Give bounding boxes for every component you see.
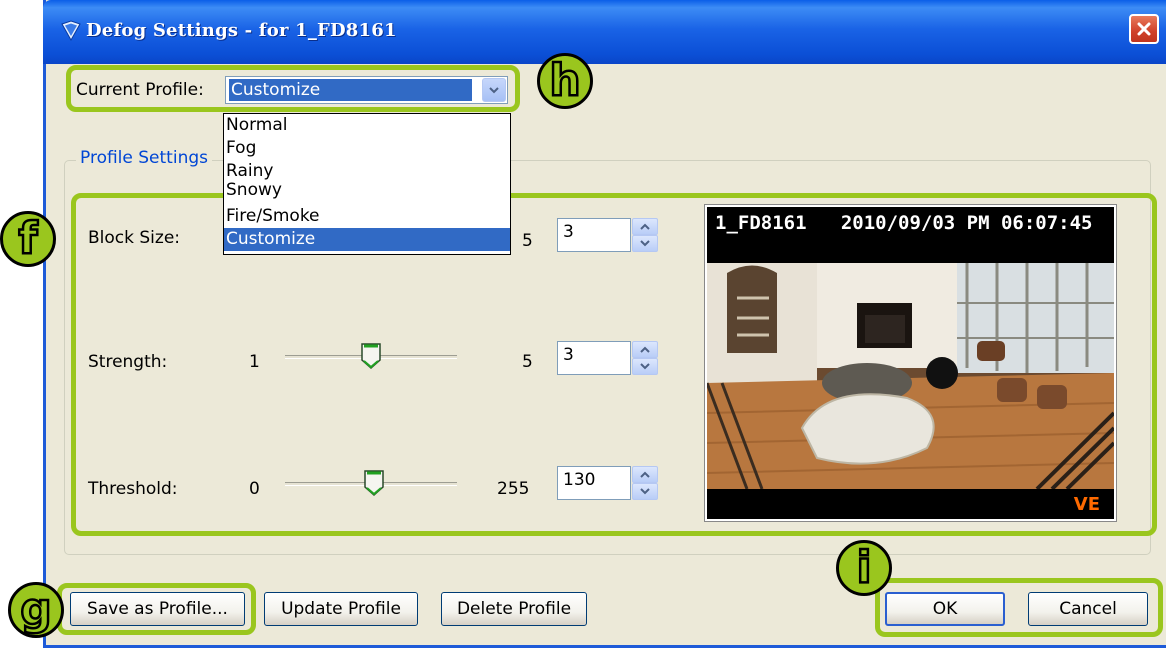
- badge-g: g: [8, 582, 64, 638]
- profile-dropdown-list[interactable]: Normal Fog Rainy Snowy Fire/Smoke Custom…: [223, 113, 511, 255]
- highlight-box-h: [66, 65, 520, 112]
- badge-i: i: [836, 540, 892, 596]
- dropdown-option[interactable]: Snowy: [224, 182, 510, 205]
- profile-settings-title: Profile Settings: [76, 148, 212, 168]
- dropdown-option[interactable]: Fog: [224, 137, 510, 160]
- highlight-box-g: [57, 583, 256, 635]
- highlight-box-i: [875, 578, 1163, 637]
- badge-h: h: [537, 53, 593, 109]
- dropdown-option[interactable]: Normal: [224, 114, 510, 137]
- window-title: Defog Settings - for 1_FD8161: [86, 20, 397, 41]
- update-profile-button[interactable]: Update Profile: [264, 592, 418, 626]
- badge-f: f: [0, 211, 56, 267]
- close-button[interactable]: [1129, 14, 1159, 44]
- close-icon: [1137, 22, 1151, 36]
- dropdown-option-selected[interactable]: Customize: [224, 228, 510, 251]
- dropdown-option[interactable]: Fire/Smoke: [224, 205, 510, 228]
- delete-profile-button[interactable]: Delete Profile: [441, 592, 587, 626]
- app-shield-icon: [61, 20, 81, 42]
